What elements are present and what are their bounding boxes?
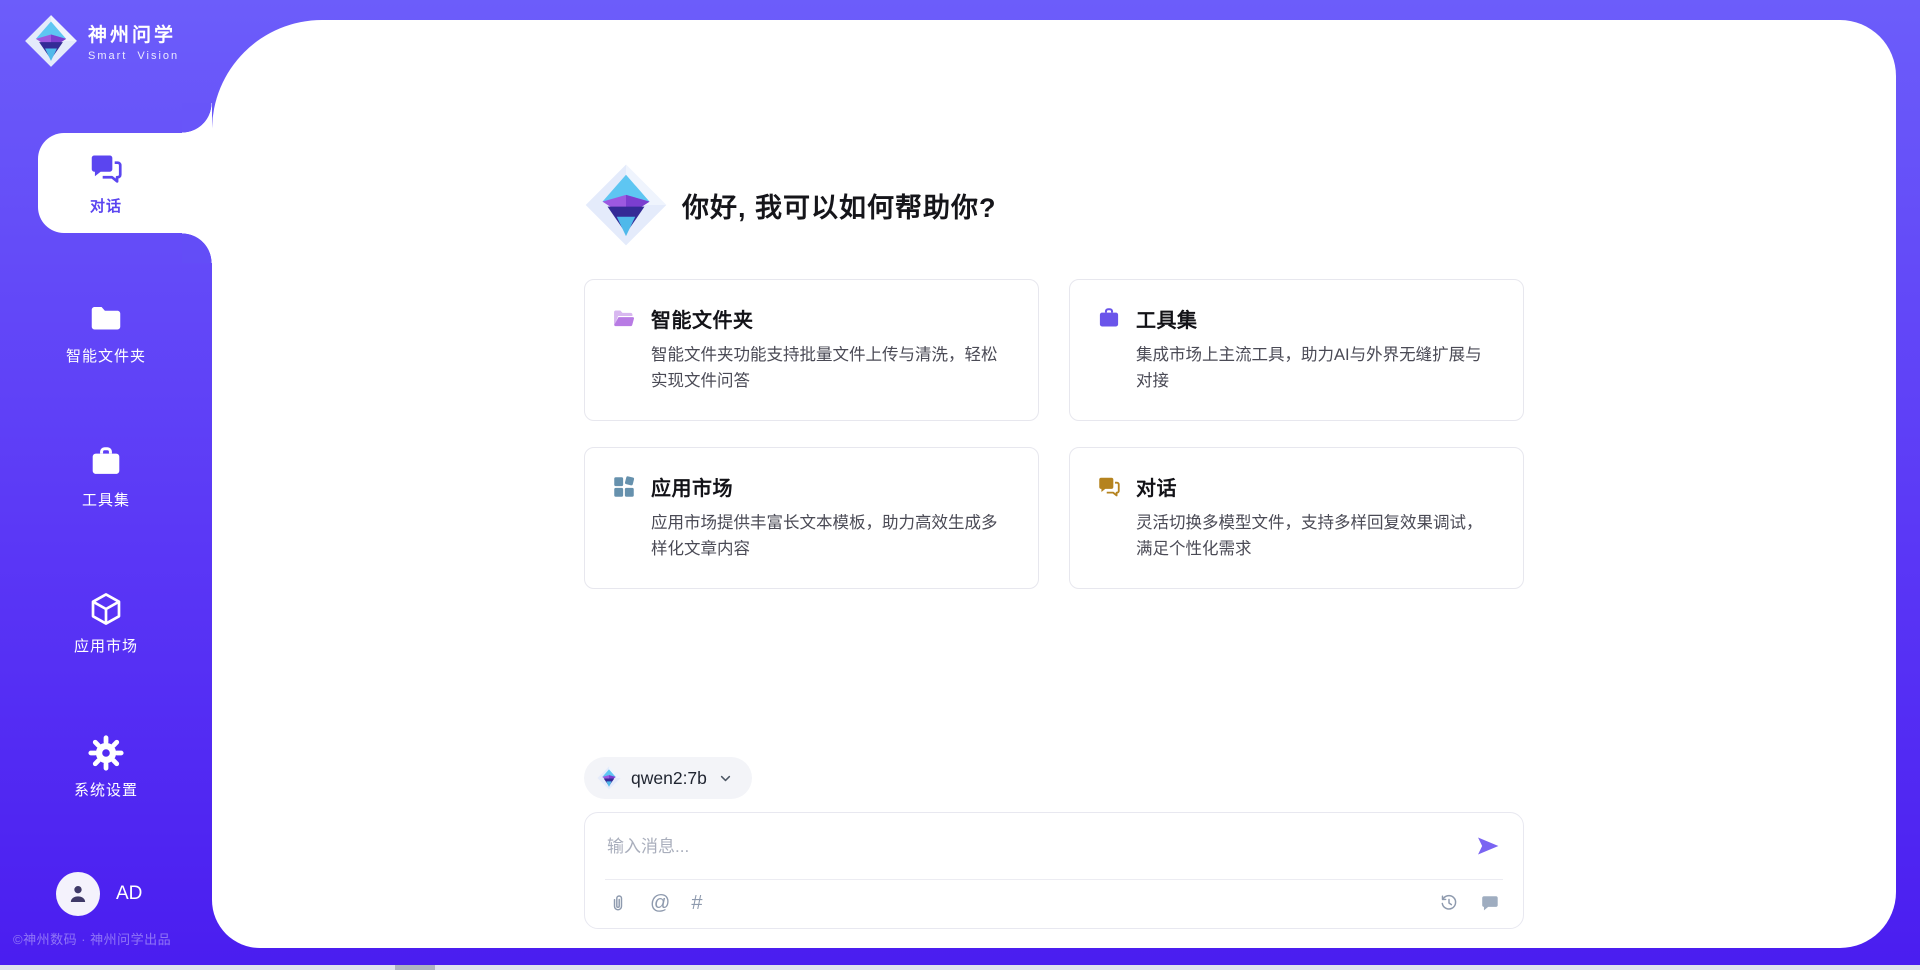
card-smart-folder[interactable]: 智能文件夹 智能文件夹功能支持批量文件上传与清洗，轻松实现文件问答 [584, 279, 1039, 421]
message-composer: @ # [584, 812, 1524, 929]
card-description: 智能文件夹功能支持批量文件上传与清洗，轻松实现文件问答 [651, 343, 1012, 394]
paperclip-icon[interactable] [607, 892, 629, 914]
brand-subtitle: Smart Vision [88, 50, 179, 62]
folder-icon [87, 300, 125, 338]
chat-bubbles-icon [87, 150, 125, 188]
cube-icon [87, 590, 125, 628]
card-description: 应用市场提供丰富长文本模板，助力高效生成多样化文章内容 [651, 511, 1012, 562]
card-description: 灵活切换多模型文件，支持多样回复效果调试，满足个性化需求 [1136, 511, 1497, 562]
greeting: 你好, 我可以如何帮助你? [584, 163, 1524, 247]
tab-fillet-top [182, 103, 212, 133]
card-chat[interactable]: 对话 灵活切换多模型文件，支持多样回复效果调试，满足个性化需求 [1069, 447, 1524, 589]
card-app-market[interactable]: 应用市场 应用市场提供丰富长文本模板，助力高效生成多样化文章内容 [584, 447, 1039, 589]
person-icon [65, 881, 91, 907]
card-description: 集成市场上主流工具，助力AI与外界无缝扩展与对接 [1136, 343, 1497, 394]
tab-fillet-bottom [182, 233, 212, 263]
feature-cards: 智能文件夹 智能文件夹功能支持批量文件上传与清洗，轻松实现文件问答 工具集 集成… [584, 279, 1524, 589]
brand-name: 神州问学 [88, 20, 179, 47]
user-profile[interactable]: AD [56, 872, 142, 916]
card-title: 应用市场 [651, 472, 733, 501]
hash-icon[interactable]: # [691, 892, 702, 914]
sidebar-footer-credit: ©神州数码 · 神州问学出品 [13, 929, 171, 948]
app-window: 神州问学 Smart Vision 对话 智能文件夹 工具集 应用市场 系统设置… [0, 0, 1920, 970]
sidebar-item-chat[interactable]: 对话 [0, 150, 212, 216]
sidebar-item-label: 对话 [90, 195, 122, 216]
grid-icon [611, 474, 637, 500]
gear-icon [87, 734, 125, 772]
sidebar-item-toolset[interactable]: 工具集 [0, 444, 212, 510]
window-bottom-strip [0, 965, 1920, 970]
send-icon[interactable] [1475, 833, 1501, 859]
card-title: 智能文件夹 [651, 304, 754, 333]
sidebar-item-settings[interactable]: 系统设置 [0, 734, 212, 800]
diamond-logo-icon [584, 163, 668, 247]
model-selector[interactable]: qwen2:7b [584, 757, 752, 799]
brand-logo[interactable]: 神州问学 Smart Vision [24, 14, 179, 68]
card-title: 对话 [1136, 472, 1177, 501]
chat-bubbles-icon [1096, 474, 1122, 500]
history-icon[interactable] [1438, 892, 1460, 914]
toolbox-icon [1096, 306, 1122, 332]
card-toolset[interactable]: 工具集 集成市场上主流工具，助力AI与外界无缝扩展与对接 [1069, 279, 1524, 421]
greeting-title: 你好, 我可以如何帮助你? [682, 186, 997, 225]
sidebar-item-app-market[interactable]: 应用市场 [0, 590, 212, 656]
diamond-logo-icon [24, 14, 78, 68]
sidebar-item-label: 工具集 [82, 489, 130, 510]
at-icon[interactable]: @ [650, 892, 670, 914]
sidebar-item-label: 系统设置 [74, 779, 138, 800]
user-name: AD [116, 883, 142, 905]
sidebar-item-label: 应用市场 [74, 635, 138, 656]
folder-open-icon [611, 306, 637, 332]
chat-filled-icon[interactable] [1479, 892, 1501, 914]
message-input[interactable] [607, 829, 1475, 869]
chevron-down-icon [717, 770, 734, 787]
sidebar-item-smart-folder[interactable]: 智能文件夹 [0, 300, 212, 366]
diamond-logo-icon [597, 766, 621, 790]
toolbox-icon [87, 444, 125, 482]
horizontal-scrollbar-thumb[interactable] [395, 965, 435, 970]
avatar [56, 872, 100, 916]
sidebar-item-label: 智能文件夹 [66, 345, 146, 366]
model-name: qwen2:7b [631, 768, 707, 789]
card-title: 工具集 [1136, 304, 1198, 333]
